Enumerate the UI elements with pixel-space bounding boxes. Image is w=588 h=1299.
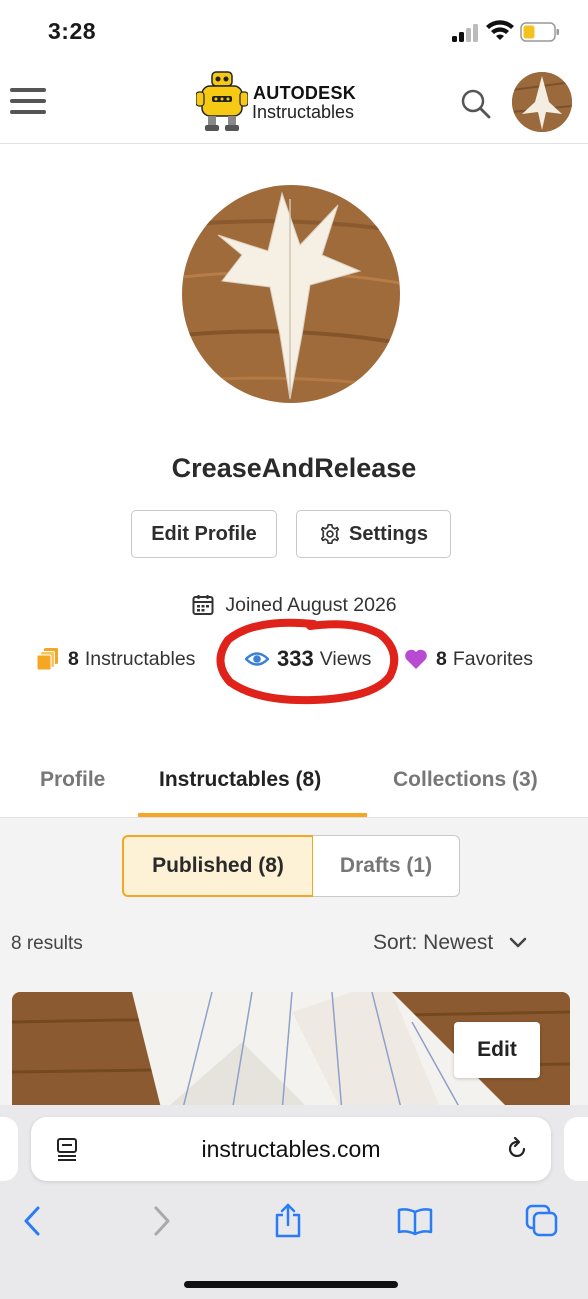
next-tab-preview[interactable] (564, 1117, 588, 1181)
heart-icon (405, 649, 427, 669)
paper-jet-photo (182, 185, 400, 403)
published-filter-label: Published (8) (152, 854, 284, 877)
profile-stats: 8 Instructables 333 Views 8 Favorites (0, 645, 588, 675)
drafts-filter-label: Drafts (1) (339, 854, 433, 877)
profile-username: CreaseAndRelease (171, 453, 417, 483)
settings-button[interactable]: Settings (296, 510, 451, 558)
chevron-down-icon (509, 937, 527, 948)
logo-brand-text: AUTODESK (253, 83, 357, 103)
profile-avatar (182, 185, 400, 403)
published-filter-button[interactable]: Published (8) (122, 835, 314, 897)
stat-views-label: Views (319, 647, 372, 670)
stat-instructables-count: 8 (68, 647, 79, 670)
card-edit-button[interactable]: Edit (454, 1022, 540, 1078)
share-icon (275, 1203, 301, 1238)
battery-icon (520, 22, 559, 42)
joined-text: Joined August 2026 (225, 593, 397, 616)
stat-views-count: 333 (277, 646, 314, 671)
card-edit-label: Edit (477, 1038, 517, 1061)
results-count: 8 results (11, 933, 83, 954)
stat-instructables[interactable]: 8 Instructables (36, 645, 195, 673)
chevron-left-icon (24, 1206, 40, 1236)
sort-dropdown[interactable]: Sort: Newest (373, 931, 527, 955)
wifi-icon (486, 20, 514, 40)
hamburger-menu-icon[interactable] (10, 86, 46, 116)
sort-label: Sort: Newest (373, 931, 494, 954)
robot-mascot-icon (196, 71, 248, 131)
cellular-signal-icon (452, 22, 482, 42)
status-time: 3:28 (48, 18, 97, 44)
paper-jet-thumbnail (512, 72, 572, 132)
bookmarks-button[interactable] (395, 1201, 435, 1241)
drafts-filter-button[interactable]: Drafts (1) (313, 835, 460, 897)
instructables-stack-icon (36, 648, 58, 671)
tab-collections[interactable]: Collections (3) (393, 768, 538, 792)
stat-favorites[interactable]: 8 Favorites (404, 645, 533, 673)
tabs-overview-icon (525, 1204, 558, 1237)
open-book-icon (397, 1208, 433, 1236)
tabs-button[interactable] (522, 1201, 562, 1241)
share-button[interactable] (268, 1201, 308, 1241)
tab-instructables[interactable]: Instructables (8) (159, 768, 321, 792)
eye-icon (245, 652, 269, 666)
settings-label: Settings (349, 522, 428, 545)
instructables-logo[interactable]: AUTODESK Instructables (196, 68, 396, 132)
active-tab-indicator (138, 813, 367, 817)
stat-favorites-count: 8 (436, 647, 447, 670)
site-header: AUTODESK Instructables (0, 62, 588, 144)
tab-profile[interactable]: Profile (40, 768, 105, 792)
calendar-icon (192, 595, 214, 615)
stat-favorites-label: Favorites (452, 647, 534, 670)
joined-date: Joined August 2026 (0, 593, 588, 623)
search-icon[interactable] (460, 88, 492, 120)
url-text: instructables.com (201, 1136, 381, 1162)
browser-toolbar: instructables.com (0, 1105, 588, 1299)
publish-filter-toggle: Published (8) Drafts (1) (122, 835, 460, 897)
stat-instructables-label: Instructables (84, 647, 196, 670)
forward-button[interactable] (142, 1201, 182, 1241)
previous-tab-preview[interactable] (0, 1117, 18, 1181)
home-indicator (184, 1281, 398, 1288)
stat-views: 333 Views (245, 645, 371, 673)
back-button[interactable] (12, 1201, 52, 1241)
logo-sub-text: Instructables (252, 102, 355, 122)
reload-icon[interactable] (505, 1137, 529, 1161)
edit-profile-label: Edit Profile (151, 522, 257, 545)
profile-tabs: Profile Instructables (8) Collections (3… (0, 750, 588, 818)
chevron-right-icon (154, 1206, 170, 1236)
edit-profile-button[interactable]: Edit Profile (131, 510, 277, 558)
header-user-avatar[interactable] (512, 72, 572, 132)
gear-icon (320, 524, 340, 544)
status-bar: 3:28 (0, 0, 588, 62)
address-bar[interactable]: instructables.com (31, 1117, 551, 1181)
